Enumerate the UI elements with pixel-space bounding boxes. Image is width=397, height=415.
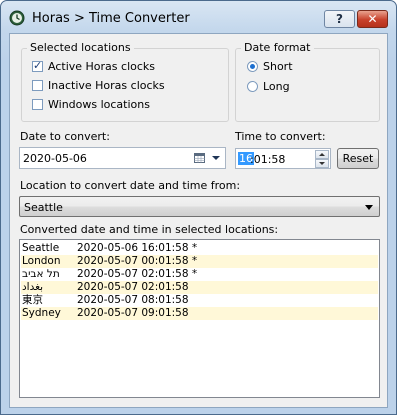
title-bar[interactable]: Horas > Time Converter ? ✕: [1, 1, 396, 35]
horas-clock-icon: [9, 10, 25, 26]
calendar-icon: [194, 153, 205, 163]
selected-locations-group: Selected locations Active Horas clocks I…: [21, 41, 229, 122]
inactive-horas-clocks-label: Inactive Horas clocks: [48, 79, 165, 92]
list-item[interactable]: London 2020-05-07 00:01:58 *: [21, 255, 378, 268]
result-datetime: 2020-05-07 09:01:58: [77, 307, 189, 319]
inactive-horas-clocks-checkbox[interactable]: Inactive Horas clocks: [32, 79, 165, 92]
date-format-group: Date format Short Long: [235, 41, 380, 122]
list-item[interactable]: بغداد 2020-05-07 02:01:58: [21, 281, 378, 294]
time-decrement-icon[interactable]: [315, 159, 329, 168]
date-format-legend: Date format: [241, 41, 314, 54]
time-stepper[interactable]: 16 :01:58: [235, 148, 331, 169]
result-location: Sydney: [22, 307, 61, 319]
radio-unselected-icon: [247, 81, 258, 92]
chevron-down-icon: [365, 205, 373, 210]
result-datetime: 2020-05-07 08:01:58: [77, 294, 189, 306]
windows-locations-label: Windows locations: [48, 98, 150, 111]
result-datetime: 2020-05-07 02:01:58: [77, 281, 189, 293]
active-horas-clocks-label: Active Horas clocks: [48, 60, 155, 73]
date-to-convert-label: Date to convert:: [20, 130, 110, 143]
short-format-radio[interactable]: Short: [247, 60, 293, 73]
window-title: Horas > Time Converter: [32, 11, 190, 26]
close-button[interactable]: ✕: [357, 10, 388, 28]
result-location: Seattle: [22, 242, 60, 254]
result-datetime: 2020-05-06 16:01:58 *: [77, 242, 198, 254]
time-minutes-seconds: :01:58: [250, 153, 286, 166]
list-item[interactable]: תל אביב 2020-05-07 02:01:58 *: [21, 268, 378, 281]
result-datetime: 2020-05-07 02:01:58 *: [77, 268, 198, 280]
converted-results-list[interactable]: Seattle 2020-05-06 16:01:58 * London 202…: [19, 239, 380, 398]
dialog-client-area: Selected locations Active Horas clocks I…: [9, 33, 388, 408]
windows-locations-checkbox[interactable]: Windows locations: [32, 98, 150, 111]
result-location: بغداد: [22, 281, 44, 293]
selected-locations-legend: Selected locations: [27, 41, 134, 54]
location-from-label: Location to convert date and time from:: [20, 179, 241, 192]
chevron-down-icon[interactable]: [212, 156, 220, 160]
time-increment-icon[interactable]: [315, 150, 329, 159]
list-item[interactable]: 東京 2020-05-07 08:01:58: [21, 294, 378, 307]
long-format-radio[interactable]: Long: [247, 80, 290, 93]
checkbox-unchecked-icon: [32, 99, 43, 110]
location-from-select[interactable]: Seattle: [19, 196, 380, 217]
result-location: תל אביב: [22, 268, 60, 280]
location-from-value: Seattle: [24, 201, 63, 214]
result-location: London: [22, 255, 61, 267]
converted-results-label: Converted date and time in selected loca…: [20, 223, 279, 236]
date-value: 2020-05-06: [23, 152, 87, 165]
radio-selected-icon: [247, 61, 258, 72]
result-location: 東京: [22, 294, 43, 306]
checkbox-checked-icon: [32, 59, 43, 72]
result-datetime: 2020-05-07 00:01:58 *: [77, 255, 198, 267]
date-picker[interactable]: 2020-05-06: [19, 147, 226, 169]
reset-button[interactable]: Reset: [337, 148, 379, 169]
checkbox-unchecked-icon: [32, 80, 43, 91]
help-button[interactable]: ?: [324, 10, 355, 28]
long-format-label: Long: [263, 80, 290, 93]
time-converter-window: Horas > Time Converter ? ✕ Selected loca…: [0, 0, 397, 415]
active-horas-clocks-checkbox[interactable]: Active Horas clocks: [32, 59, 155, 73]
list-item[interactable]: Seattle 2020-05-06 16:01:58 *: [21, 242, 378, 255]
time-to-convert-label: Time to convert:: [235, 130, 326, 143]
short-format-label: Short: [263, 60, 293, 73]
list-item[interactable]: Sydney 2020-05-07 09:01:58: [21, 307, 378, 320]
